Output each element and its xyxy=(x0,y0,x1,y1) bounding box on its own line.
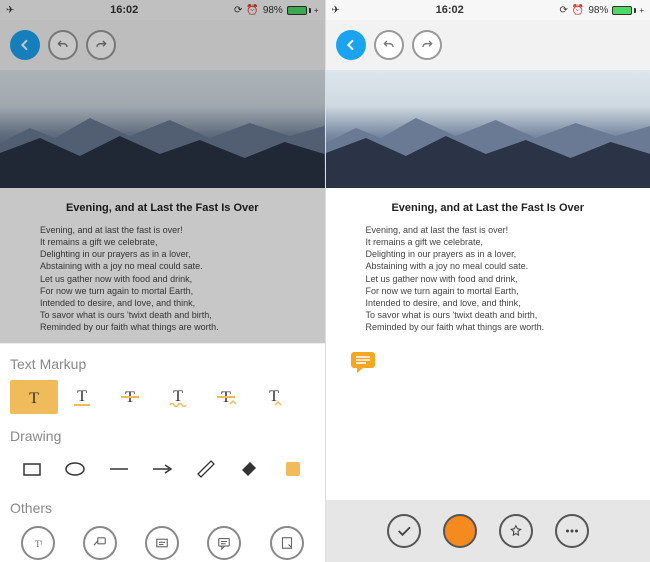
drawing-tool-row xyxy=(10,452,315,492)
pin-button[interactable] xyxy=(499,514,533,548)
status-time: 16:02 xyxy=(110,4,138,16)
attachment-tool[interactable]: Attachment xyxy=(259,526,315,562)
document-title: Evening, and at Last the Fast Is Over xyxy=(24,202,301,214)
pencil-tool[interactable] xyxy=(184,452,228,486)
annotation-tool-panel: Text Markup T T T T T T xyxy=(0,343,325,562)
comment-marker-icon[interactable] xyxy=(350,351,376,373)
section-drawing-label: Drawing xyxy=(10,428,315,444)
callout-icon xyxy=(83,526,117,560)
back-button[interactable] xyxy=(10,30,40,60)
attachment-icon xyxy=(270,526,304,560)
typewriter-icon: TI xyxy=(21,526,55,560)
airplane-icon: ✈ xyxy=(6,5,14,16)
document-body: Evening, and at last the fast is over! I… xyxy=(350,224,627,333)
svg-text:T: T xyxy=(173,388,183,405)
highlight-tool[interactable]: T xyxy=(10,380,58,414)
underline-tool[interactable]: T xyxy=(58,380,106,414)
svg-text:T: T xyxy=(29,390,39,407)
document-body: Evening, and at last the fast is over! I… xyxy=(24,224,301,333)
caret-tool[interactable]: T xyxy=(202,380,250,414)
color-button[interactable] xyxy=(443,514,477,548)
replace-tool[interactable]: T xyxy=(250,380,298,414)
strikethrough-tool[interactable]: T xyxy=(106,380,154,414)
alarm-icon: ⏰ xyxy=(572,5,584,16)
more-button[interactable] xyxy=(555,514,589,548)
undo-button[interactable] xyxy=(374,30,404,60)
rotation-lock-icon: ⟳ xyxy=(559,5,567,16)
undo-button[interactable] xyxy=(48,30,78,60)
bottom-toolbar xyxy=(326,500,650,562)
line-tool[interactable] xyxy=(97,452,141,486)
textbox-icon xyxy=(145,526,179,560)
rectangle-tool[interactable] xyxy=(10,452,54,486)
battery-icon: + xyxy=(287,6,319,15)
typewriter-tool[interactable]: TI Typewriter xyxy=(10,526,66,562)
comment-tool[interactable]: Comment xyxy=(196,526,252,562)
nav-bar xyxy=(326,20,650,70)
markup-tool-row: T T T T T T xyxy=(10,380,315,420)
status-time: 16:02 xyxy=(436,4,464,16)
callout-tool[interactable]: Callout xyxy=(72,526,128,562)
svg-text:T: T xyxy=(77,388,87,405)
others-tool-row: TI Typewriter Callout Textbox Comment xyxy=(10,524,315,562)
battery-percent: 98% xyxy=(588,5,608,16)
status-bar: ✈ 16:02 ⟳ ⏰ 98% + xyxy=(0,0,325,20)
arrow-tool[interactable] xyxy=(141,452,185,486)
squiggly-tool[interactable]: T xyxy=(154,380,202,414)
battery-icon: + xyxy=(612,6,644,15)
rotation-lock-icon: ⟳ xyxy=(234,5,242,16)
battery-percent: 98% xyxy=(263,5,283,16)
eraser-tool[interactable] xyxy=(228,452,272,486)
document-content[interactable]: Evening, and at Last the Fast Is Over Ev… xyxy=(326,188,650,343)
section-markup-label: Text Markup xyxy=(10,356,315,372)
apply-button[interactable] xyxy=(387,514,421,548)
note-tool[interactable] xyxy=(271,452,315,486)
document-title: Evening, and at Last the Fast Is Over xyxy=(350,202,627,214)
comment-icon xyxy=(207,526,241,560)
document-image xyxy=(326,70,650,188)
oval-tool[interactable] xyxy=(54,452,98,486)
redo-button[interactable] xyxy=(412,30,442,60)
airplane-icon: ✈ xyxy=(332,5,340,16)
nav-bar xyxy=(0,20,325,70)
status-bar: ✈ 16:02 ⟳ ⏰ 98% + xyxy=(326,0,650,20)
document-image xyxy=(0,70,325,188)
document-content: Evening, and at Last the Fast Is Over Ev… xyxy=(0,188,325,343)
svg-text:I: I xyxy=(40,541,42,547)
alarm-icon: ⏰ xyxy=(246,5,258,16)
textbox-tool[interactable]: Textbox xyxy=(134,526,190,562)
redo-button[interactable] xyxy=(86,30,116,60)
back-button[interactable] xyxy=(336,30,366,60)
section-others-label: Others xyxy=(10,500,315,516)
